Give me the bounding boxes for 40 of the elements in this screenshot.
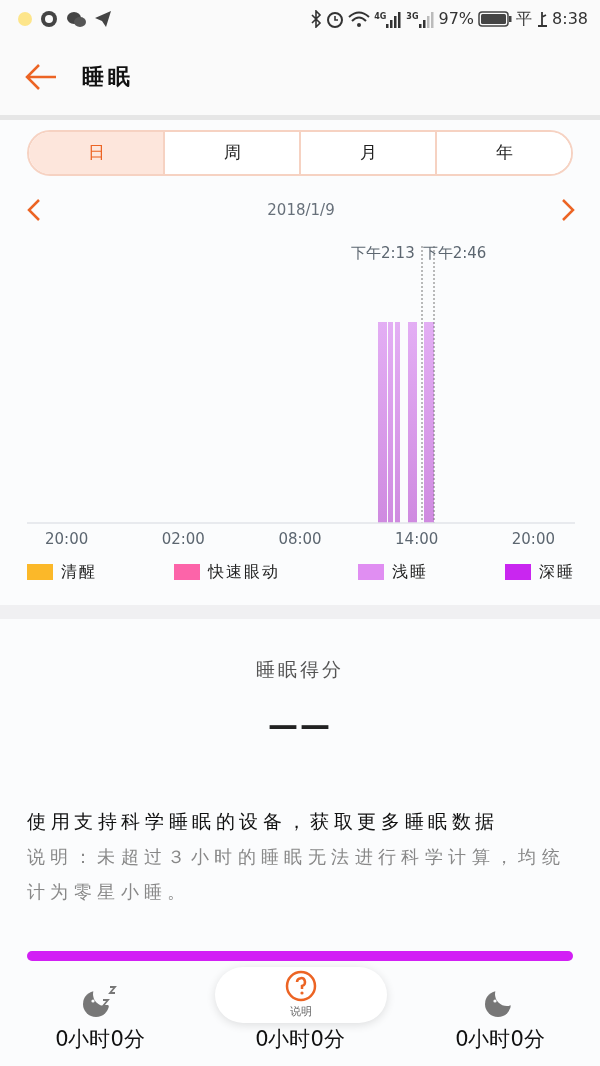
axis-label: 20:00 — [511, 529, 555, 550]
signal-icon — [386, 10, 403, 28]
notice-heading: 使用支持科学睡眠的设备，获取更多睡眠数据 — [27, 808, 500, 834]
page-title: 睡眠 — [82, 63, 134, 91]
notice-description: 说明：未超过３小时的睡眠无法进行科学计算，均统计为零星小睡。 — [27, 845, 567, 904]
chat-bubbles-icon — [66, 10, 86, 28]
back-button[interactable] — [24, 61, 58, 92]
legend-label: 清醒 — [61, 561, 97, 583]
signal-icon — [418, 10, 435, 28]
duration-value: 0小时0分 — [255, 1027, 345, 1052]
duration-value: 0小时0分 — [455, 1027, 545, 1052]
axis-label: 20:00 — [45, 529, 89, 550]
input-method-indicator: 平 — [516, 8, 533, 30]
sleeping-moon-icon — [82, 984, 118, 1018]
duration-value: 0小时0分 — [55, 1027, 145, 1052]
previous-icon[interactable] — [26, 198, 42, 222]
time-marker: 下午2:13 — [351, 243, 415, 264]
legend-label: 浅睡 — [391, 561, 428, 583]
send-icon — [94, 10, 112, 28]
help-button[interactable]: 说明 — [215, 967, 387, 1023]
network-type: 4G — [374, 10, 387, 23]
battery-icon — [478, 11, 513, 27]
axis-label: 14:00 — [395, 529, 439, 550]
score-title: 睡眠得分 — [256, 657, 344, 682]
axis-label: 02:00 — [161, 529, 205, 550]
wifi-icon — [348, 10, 371, 28]
next-icon[interactable] — [560, 198, 576, 222]
help-icon — [285, 969, 317, 1002]
time-marker: 下午2:46 — [422, 243, 487, 264]
legend-label: 深睡 — [539, 561, 575, 583]
notification-dot-icon — [18, 12, 32, 26]
alarm-icon — [326, 10, 345, 28]
bluetooth-icon — [310, 10, 323, 28]
score-value: —— — [268, 705, 332, 744]
axis-label: 08:00 — [278, 529, 322, 550]
battery-percent: 97% — [438, 8, 475, 30]
clock-time: 8:38 — [552, 8, 588, 30]
date-label: 2018/1/9 — [267, 199, 335, 221]
network-type: 3G — [406, 10, 419, 23]
legend-label: 快速眼动 — [208, 561, 281, 583]
